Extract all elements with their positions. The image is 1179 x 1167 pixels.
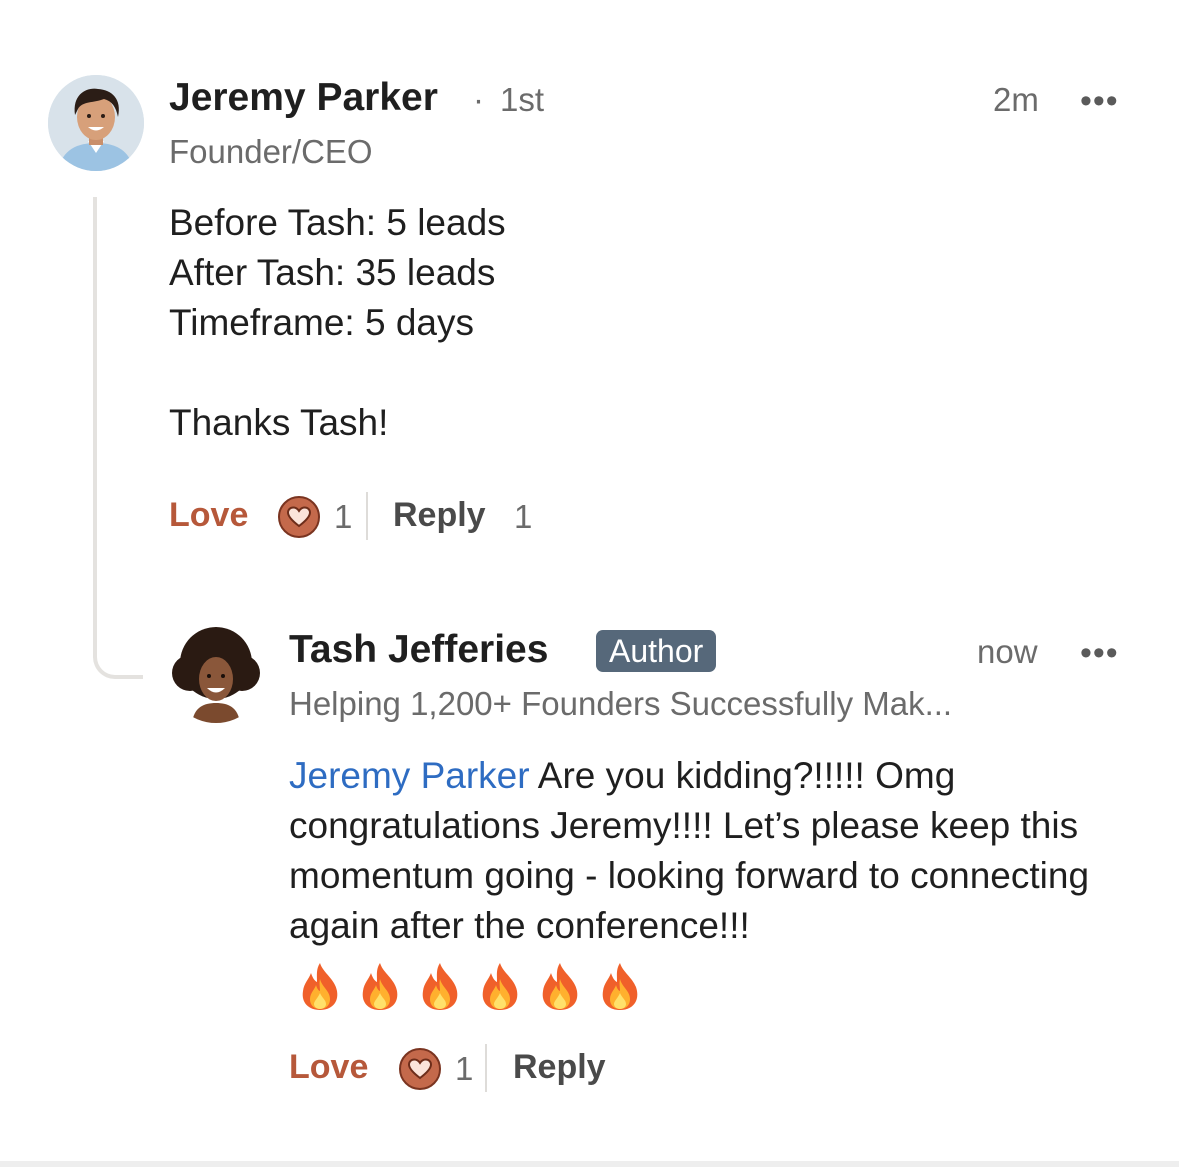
love-count: 1 — [455, 1050, 474, 1087]
author-badge: Author — [596, 630, 717, 672]
fire-emoji-group — [297, 959, 657, 1011]
love-button[interactable]: Love — [289, 1048, 368, 1087]
heart-reaction-icon[interactable] — [399, 1048, 441, 1090]
reply-timestamp: now — [977, 633, 1038, 670]
comment-timestamp: 2m — [993, 81, 1039, 118]
comment-body-line — [169, 348, 506, 398]
connection-separator: · — [473, 81, 484, 118]
fire-emoji-icon — [597, 961, 643, 1011]
mention-link[interactable]: Jeremy Parker — [289, 755, 530, 796]
connection-degree: 1st — [500, 81, 545, 118]
reply-body: Jeremy Parker Are you kidding?!!!!! Omg … — [289, 751, 1109, 1011]
avatar-jeremy-parker[interactable] — [48, 75, 144, 171]
comment-author-headline: Founder/CEO — [169, 133, 373, 170]
reply-button[interactable]: Reply — [513, 1048, 606, 1087]
reply-author-name[interactable]: Tash Jefferies — [289, 628, 548, 672]
fire-emoji-icon — [357, 961, 403, 1011]
action-divider — [485, 1044, 487, 1092]
comment-body-line: Timeframe: 5 days — [169, 302, 474, 343]
fire-emoji-icon — [477, 961, 523, 1011]
comment-body-line: After Tash: 35 leads — [169, 252, 496, 293]
comment-body-line: Before Tash: 5 leads — [169, 202, 506, 243]
comment-body: Before Tash: 5 leads After Tash: 35 lead… — [169, 198, 506, 448]
thread-connector-line — [93, 197, 143, 679]
fire-emoji-icon — [537, 961, 583, 1011]
action-divider — [366, 492, 368, 540]
love-count: 1 — [334, 498, 353, 535]
comment-body-line: Thanks Tash! — [169, 402, 389, 443]
reply-button[interactable]: Reply — [393, 496, 486, 535]
more-options-icon[interactable]: ••• — [1080, 84, 1119, 118]
comment-author-name[interactable]: Jeremy Parker — [169, 76, 438, 120]
fire-emoji-icon — [297, 961, 343, 1011]
bottom-divider — [0, 1161, 1179, 1167]
more-options-icon[interactable]: ••• — [1080, 636, 1119, 670]
fire-emoji-icon — [417, 961, 463, 1011]
reply-count: 1 — [514, 498, 533, 535]
love-button[interactable]: Love — [169, 496, 248, 535]
reply-author-headline: Helping 1,200+ Founders Successfully Mak… — [289, 685, 953, 722]
heart-reaction-icon[interactable] — [278, 496, 320, 538]
avatar-tash-jefferies[interactable] — [168, 627, 264, 723]
